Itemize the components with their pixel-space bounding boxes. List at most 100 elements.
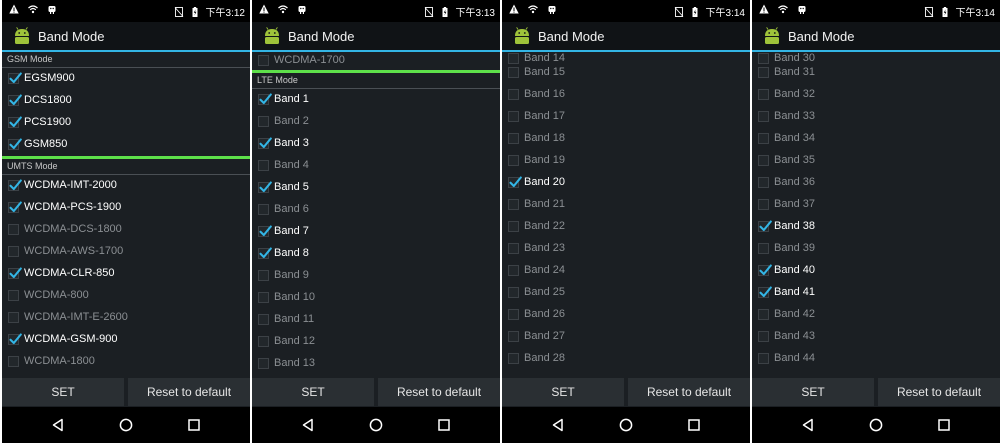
checkbox-unchecked-icon[interactable] — [258, 292, 269, 303]
checkbox-unchecked-icon[interactable] — [758, 67, 769, 78]
band-option-row[interactable]: Band 37 — [752, 194, 1000, 216]
checkbox-unchecked-icon[interactable] — [8, 246, 19, 257]
checkbox-unchecked-icon[interactable] — [508, 353, 519, 364]
checkbox-unchecked-icon[interactable] — [508, 89, 519, 100]
back-icon[interactable] — [800, 417, 816, 433]
band-option-row[interactable]: Band 22 — [502, 216, 750, 238]
checkbox-checked-icon[interactable] — [8, 333, 22, 345]
checkbox-unchecked-icon[interactable] — [758, 309, 769, 320]
band-option-row[interactable]: Band 30 — [752, 52, 1000, 64]
checkbox-unchecked-icon[interactable] — [8, 312, 19, 323]
band-option-row[interactable]: Band 20 — [502, 172, 750, 194]
band-option-row[interactable]: PCS1900 — [2, 112, 250, 134]
band-option-row[interactable]: Band 40 — [752, 260, 1000, 282]
home-icon[interactable] — [368, 417, 384, 433]
band-option-row[interactable]: Band 25 — [502, 282, 750, 304]
band-option-row[interactable]: Band 23 — [502, 238, 750, 260]
checkbox-unchecked-icon[interactable] — [758, 353, 769, 364]
band-option-row[interactable]: Band 3 — [252, 133, 500, 155]
checkbox-unchecked-icon[interactable] — [258, 270, 269, 281]
band-option-row[interactable]: Band 32 — [752, 84, 1000, 106]
checkbox-unchecked-icon[interactable] — [508, 199, 519, 210]
band-option-row[interactable]: Band 18 — [502, 128, 750, 150]
band-option-row[interactable]: Band 24 — [502, 260, 750, 282]
band-option-row[interactable]: Band 17 — [502, 106, 750, 128]
band-option-row[interactable]: Band 19 — [502, 150, 750, 172]
band-list[interactable]: Band 30 Band 31 Band 32 Band 33 Band 34 Band … — [752, 52, 1000, 377]
checkbox-checked-icon[interactable] — [508, 176, 522, 188]
checkbox-unchecked-icon[interactable] — [758, 155, 769, 166]
band-list[interactable]: WCDMA-1700 LTE Mode Band 1 Band 2 Band 3 Band… — [252, 52, 500, 377]
checkbox-unchecked-icon[interactable] — [758, 177, 769, 188]
band-option-row[interactable]: Band 15 — [502, 62, 750, 84]
checkbox-checked-icon[interactable] — [258, 137, 272, 149]
band-list[interactable]: Band 14 Band 15 Band 16 Band 17 Band 18 Band … — [502, 52, 750, 377]
band-list[interactable]: GSM Mode EGSM900 DCS1800 PCS1900 GSM850 UMTS … — [2, 52, 250, 377]
checkbox-checked-icon[interactable] — [758, 286, 772, 298]
checkbox-unchecked-icon[interactable] — [508, 309, 519, 320]
checkbox-unchecked-icon[interactable] — [258, 116, 269, 127]
checkbox-unchecked-icon[interactable] — [758, 243, 769, 254]
band-option-row[interactable]: Band 12 — [252, 331, 500, 353]
checkbox-checked-icon[interactable] — [258, 181, 272, 193]
band-option-row[interactable]: EGSM900 — [2, 68, 250, 90]
band-option-row[interactable]: WCDMA-AWS-1700 — [2, 241, 250, 263]
checkbox-checked-icon[interactable] — [758, 220, 772, 232]
band-option-row[interactable]: Band 16 — [502, 84, 750, 106]
checkbox-unchecked-icon[interactable] — [758, 111, 769, 122]
back-icon[interactable] — [300, 417, 316, 433]
band-option-row[interactable]: Band 33 — [752, 106, 1000, 128]
band-option-row[interactable]: Band 42 — [752, 304, 1000, 326]
checkbox-checked-icon[interactable] — [8, 116, 22, 128]
reset-to-default-button[interactable]: Reset to default — [378, 378, 500, 406]
band-option-row[interactable]: WCDMA-GSM-900 — [2, 329, 250, 351]
band-option-row[interactable]: Band 11 — [252, 309, 500, 331]
home-icon[interactable] — [868, 417, 884, 433]
checkbox-unchecked-icon[interactable] — [508, 155, 519, 166]
band-option-row[interactable]: WCDMA-IMT-2000 — [2, 175, 250, 197]
band-option-row[interactable]: Band 34 — [752, 128, 1000, 150]
checkbox-unchecked-icon[interactable] — [758, 331, 769, 342]
checkbox-unchecked-icon[interactable] — [258, 55, 269, 66]
back-icon[interactable] — [550, 417, 566, 433]
band-option-row[interactable]: Band 44 — [752, 348, 1000, 370]
band-option-row[interactable]: WCDMA-CLR-850 — [2, 263, 250, 285]
checkbox-checked-icon[interactable] — [8, 138, 22, 150]
band-option-row[interactable]: WCDMA-1800 — [2, 351, 250, 373]
band-option-row[interactable]: Band 8 — [252, 243, 500, 265]
reset-to-default-button[interactable]: Reset to default — [128, 378, 250, 406]
recents-icon[interactable] — [436, 417, 452, 433]
band-option-row[interactable]: Band 2 — [252, 111, 500, 133]
checkbox-unchecked-icon[interactable] — [508, 67, 519, 78]
band-option-row[interactable]: Band 1 — [252, 89, 500, 111]
band-option-row[interactable]: Band 14 — [502, 52, 750, 64]
band-option-row[interactable]: Band 41 — [752, 282, 1000, 304]
checkbox-unchecked-icon[interactable] — [508, 265, 519, 276]
recents-icon[interactable] — [936, 417, 952, 433]
set-button[interactable]: SET — [502, 378, 624, 406]
checkbox-unchecked-icon[interactable] — [508, 133, 519, 144]
checkbox-checked-icon[interactable] — [8, 179, 22, 191]
set-button[interactable]: SET — [252, 378, 374, 406]
checkbox-unchecked-icon[interactable] — [508, 111, 519, 122]
checkbox-unchecked-icon[interactable] — [8, 356, 19, 367]
checkbox-unchecked-icon[interactable] — [758, 89, 769, 100]
set-button[interactable]: SET — [752, 378, 874, 406]
checkbox-checked-icon[interactable] — [8, 72, 22, 84]
band-option-row[interactable]: GSM850 — [2, 134, 250, 156]
band-option-row[interactable]: DCS1800 — [2, 90, 250, 112]
band-option-row[interactable]: Band 39 — [752, 238, 1000, 260]
checkbox-checked-icon[interactable] — [8, 94, 22, 106]
checkbox-unchecked-icon[interactable] — [258, 160, 269, 171]
checkbox-unchecked-icon[interactable] — [508, 243, 519, 254]
checkbox-unchecked-icon[interactable] — [758, 133, 769, 144]
checkbox-checked-icon[interactable] — [258, 225, 272, 237]
band-option-row[interactable]: WCDMA-1700 — [252, 52, 500, 70]
band-option-row[interactable]: Band 7 — [252, 221, 500, 243]
band-option-row[interactable]: Band 31 — [752, 62, 1000, 84]
checkbox-unchecked-icon[interactable] — [8, 224, 19, 235]
checkbox-checked-icon[interactable] — [758, 264, 772, 276]
checkbox-checked-icon[interactable] — [8, 201, 22, 213]
back-icon[interactable] — [50, 417, 66, 433]
band-option-row[interactable]: Band 9 — [252, 265, 500, 287]
